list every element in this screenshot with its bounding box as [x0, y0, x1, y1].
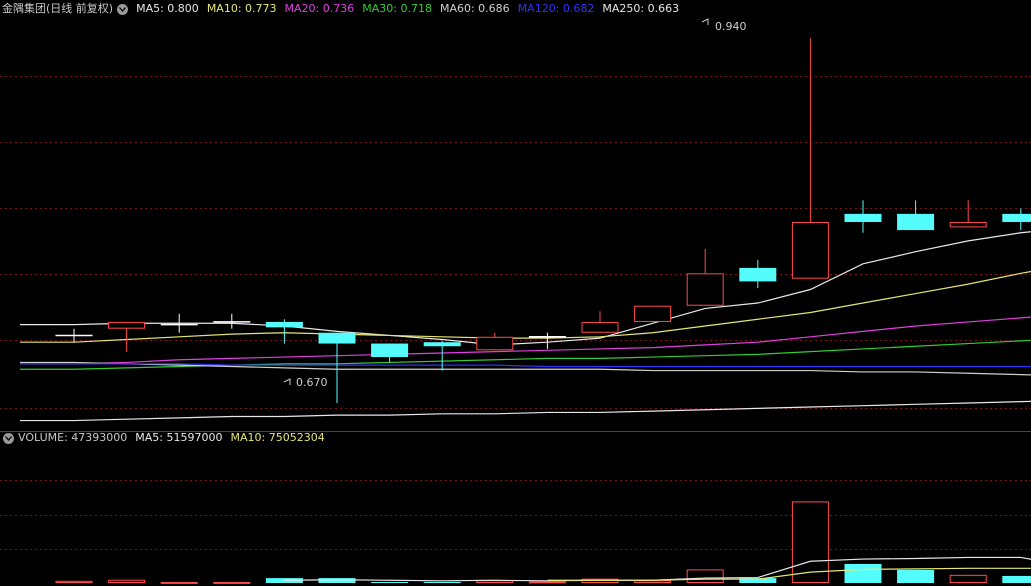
candle[interactable]: [844, 200, 882, 233]
high-price-label: 0.940: [715, 20, 747, 33]
candle[interactable]: [634, 305, 672, 322]
candle-body: [897, 213, 935, 231]
candle-body: [265, 321, 303, 328]
volume-bar[interactable]: [949, 574, 987, 584]
ma-line-ma20: [20, 316, 1031, 365]
low-marker-icon: [283, 378, 291, 385]
volume-bars[interactable]: [55, 501, 1031, 584]
candle-body: [423, 342, 461, 347]
candle[interactable]: [791, 38, 829, 279]
candle[interactable]: [897, 200, 935, 231]
candle-body: [371, 343, 409, 358]
kline-chart[interactable]: 0.940 0.670: [0, 0, 1031, 586]
candle-body: [1002, 213, 1031, 222]
volume-bar[interactable]: [55, 580, 93, 583]
volume-bar[interactable]: [108, 579, 146, 584]
candle-body: [581, 321, 619, 333]
candle-body: [844, 213, 882, 222]
volume-bar[interactable]: [213, 581, 251, 584]
candle-body: [476, 336, 514, 351]
volume-bar[interactable]: [318, 578, 356, 583]
volume-bar[interactable]: [1002, 575, 1031, 583]
candle[interactable]: [108, 321, 146, 352]
candle-body: [686, 273, 724, 306]
candle-body: [949, 221, 987, 228]
volume-bar[interactable]: [791, 501, 829, 583]
candle[interactable]: [739, 259, 777, 289]
candle[interactable]: [949, 200, 987, 228]
candle[interactable]: [371, 343, 409, 363]
ma-line-ma10: [20, 270, 1031, 343]
volume-bar[interactable]: [528, 581, 566, 584]
candle[interactable]: [476, 332, 514, 351]
volume-bar[interactable]: [897, 569, 935, 583]
volume-bar[interactable]: [160, 581, 198, 584]
candle[interactable]: [423, 340, 461, 371]
volume-bar[interactable]: [844, 563, 882, 583]
low-price-label: 0.670: [296, 376, 328, 389]
candle[interactable]: [213, 313, 251, 329]
volume-bar[interactable]: [423, 581, 461, 583]
candle-body: [739, 267, 777, 282]
candle[interactable]: [581, 311, 619, 333]
candle-body: [634, 305, 672, 322]
candle-body: [791, 221, 829, 279]
candle[interactable]: [686, 248, 724, 306]
candle[interactable]: [1002, 208, 1031, 231]
candle[interactable]: [318, 332, 356, 403]
candle-body: [108, 321, 146, 329]
volume-bar[interactable]: [686, 569, 724, 584]
volume-bar[interactable]: [371, 582, 409, 583]
volume-bar[interactable]: [476, 580, 514, 584]
candle-body: [318, 332, 356, 344]
grid-lines: [0, 76, 1031, 550]
ma-line-ma60: [20, 361, 1031, 376]
ma-line-ma5: [20, 231, 1031, 346]
volume-bar[interactable]: [634, 580, 672, 584]
high-marker-icon: [701, 18, 709, 25]
candle[interactable]: [265, 319, 303, 344]
ma-line-ma250: [20, 400, 1031, 422]
